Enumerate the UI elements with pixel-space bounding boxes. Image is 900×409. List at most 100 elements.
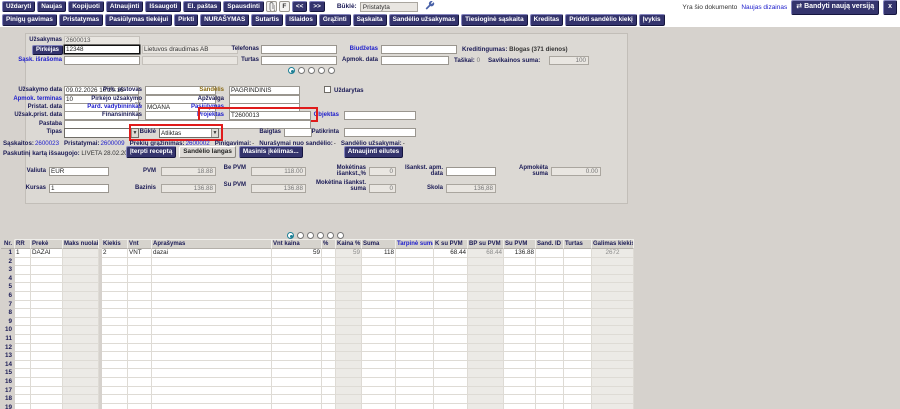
items-table-cell[interactable] bbox=[592, 318, 634, 327]
items-table-cell[interactable] bbox=[362, 309, 396, 318]
doc-button-pinigų-gavimas[interactable]: Pinigų gavimas bbox=[2, 14, 57, 26]
items-table-cell[interactable] bbox=[536, 275, 564, 284]
items-table-cell[interactable] bbox=[272, 352, 322, 361]
items-table-cell[interactable] bbox=[362, 275, 396, 284]
items-table-cell[interactable] bbox=[128, 292, 152, 301]
view-radio[interactable] bbox=[327, 232, 334, 239]
items-table-cell[interactable] bbox=[536, 301, 564, 310]
items-table-cell[interactable] bbox=[102, 369, 128, 378]
view-radio[interactable] bbox=[337, 232, 344, 239]
items-table-cell[interactable] bbox=[592, 326, 634, 335]
items-table-cell[interactable]: 68.44 bbox=[468, 249, 504, 258]
items-table-cell[interactable] bbox=[592, 395, 634, 404]
items-table-cell[interactable] bbox=[592, 361, 634, 370]
items-table-cell[interactable] bbox=[362, 266, 396, 275]
items-table-cell[interactable] bbox=[102, 292, 128, 301]
items-table-cell[interactable] bbox=[31, 387, 63, 396]
warehouse-input[interactable]: PAGRINDINIS bbox=[229, 86, 300, 95]
items-table-cell[interactable] bbox=[152, 326, 272, 335]
items-table-cell[interactable]: 68.44 bbox=[434, 249, 468, 258]
items-table-cell[interactable] bbox=[592, 258, 634, 267]
items-table-cell[interactable] bbox=[31, 378, 63, 387]
items-table-cell[interactable] bbox=[102, 335, 128, 344]
toolbar-button-atnaujinti[interactable]: Atnaujinti bbox=[106, 1, 143, 13]
items-table-cell[interactable] bbox=[15, 404, 31, 409]
items-table-cell[interactable] bbox=[63, 266, 99, 275]
items-table-cell[interactable] bbox=[434, 309, 468, 318]
items-table-cell[interactable] bbox=[564, 301, 592, 310]
items-table-cell[interactable]: 1 bbox=[15, 249, 31, 258]
items-table-cell[interactable] bbox=[272, 395, 322, 404]
items-table-cell[interactable] bbox=[434, 292, 468, 301]
items-table-cell[interactable] bbox=[63, 258, 99, 267]
items-table-cell[interactable] bbox=[128, 352, 152, 361]
items-table-cell[interactable] bbox=[362, 326, 396, 335]
items-table-cell[interactable] bbox=[564, 344, 592, 353]
items-table-cell[interactable] bbox=[396, 369, 434, 378]
items-table-cell[interactable] bbox=[322, 318, 336, 327]
items-table-cell[interactable] bbox=[396, 404, 434, 409]
items-table-cell[interactable] bbox=[322, 258, 336, 267]
items-table-cell[interactable] bbox=[152, 369, 272, 378]
items-table-cell[interactable] bbox=[152, 352, 272, 361]
toolbar-button-kopijuoti[interactable]: Kopijuoti bbox=[68, 1, 104, 13]
items-table-cell[interactable] bbox=[396, 352, 434, 361]
items-table-cell[interactable] bbox=[152, 395, 272, 404]
items-table-cell[interactable] bbox=[434, 301, 468, 310]
items-table-cell[interactable]: 59 bbox=[272, 249, 322, 258]
customer-code-input[interactable]: 12348 bbox=[64, 45, 140, 54]
items-table-cell[interactable] bbox=[434, 326, 468, 335]
items-table-cell[interactable] bbox=[592, 301, 634, 310]
items-table-cell[interactable] bbox=[536, 369, 564, 378]
items-table-cell[interactable] bbox=[336, 258, 362, 267]
items-table-cell[interactable] bbox=[15, 318, 31, 327]
items-table-cell[interactable] bbox=[322, 344, 336, 353]
next-document-button[interactable]: >> bbox=[309, 1, 324, 13]
items-table-cell[interactable] bbox=[336, 378, 362, 387]
toolbar-button-spausdinti[interactable]: Spausdinti bbox=[223, 1, 264, 13]
customer-button[interactable]: Pirkėjas bbox=[32, 45, 63, 55]
items-table-cell[interactable] bbox=[504, 266, 536, 275]
items-table-cell[interactable] bbox=[564, 352, 592, 361]
items-table-cell[interactable] bbox=[63, 318, 99, 327]
items-table-cell[interactable] bbox=[102, 318, 128, 327]
items-table-cell[interactable] bbox=[102, 258, 128, 267]
items-table-cell[interactable] bbox=[468, 258, 504, 267]
checked-input[interactable] bbox=[344, 128, 416, 137]
items-table-cell[interactable] bbox=[15, 309, 31, 318]
items-table-cell[interactable] bbox=[336, 335, 362, 344]
items-table-cell[interactable] bbox=[152, 275, 272, 284]
settings-wrench-icon[interactable] bbox=[425, 1, 435, 13]
items-table-cell[interactable] bbox=[592, 378, 634, 387]
items-table-cell[interactable] bbox=[396, 344, 434, 353]
items-table-cell[interactable] bbox=[468, 318, 504, 327]
items-table-cell[interactable] bbox=[504, 404, 536, 409]
items-table-cell[interactable] bbox=[564, 369, 592, 378]
items-table-cell[interactable] bbox=[362, 258, 396, 267]
items-table-cell[interactable] bbox=[362, 395, 396, 404]
related-doc-link[interactable]: 2600023 bbox=[35, 140, 59, 147]
items-table-cell[interactable] bbox=[272, 318, 322, 327]
items-table-cell[interactable] bbox=[15, 395, 31, 404]
toolbar-button-uždaryti[interactable]: Uždaryti bbox=[2, 1, 35, 13]
items-table-cell[interactable] bbox=[564, 395, 592, 404]
rate-input[interactable]: 1 bbox=[49, 184, 109, 193]
items-table-cell[interactable] bbox=[536, 266, 564, 275]
items-table-cell[interactable] bbox=[152, 309, 272, 318]
items-table-cell[interactable] bbox=[468, 352, 504, 361]
sales-manager-label[interactable]: Pard. vadybininkas bbox=[84, 104, 142, 110]
items-table-cell[interactable] bbox=[15, 352, 31, 361]
items-table-cell[interactable] bbox=[63, 309, 99, 318]
items-table-cell[interactable] bbox=[128, 404, 152, 409]
items-table-cell[interactable] bbox=[592, 309, 634, 318]
items-table-cell[interactable] bbox=[362, 344, 396, 353]
doc-button-pirkti[interactable]: Pirkti bbox=[174, 14, 198, 26]
doc-button-įvykis[interactable]: Įvykis bbox=[639, 14, 665, 26]
items-table-cell[interactable] bbox=[102, 361, 128, 370]
items-table-cell[interactable] bbox=[322, 352, 336, 361]
items-table-cell[interactable] bbox=[434, 275, 468, 284]
items-table-cell[interactable] bbox=[102, 378, 128, 387]
items-table-cell[interactable] bbox=[63, 395, 99, 404]
items-table-cell[interactable] bbox=[272, 301, 322, 310]
closed-checkbox[interactable] bbox=[324, 86, 331, 93]
